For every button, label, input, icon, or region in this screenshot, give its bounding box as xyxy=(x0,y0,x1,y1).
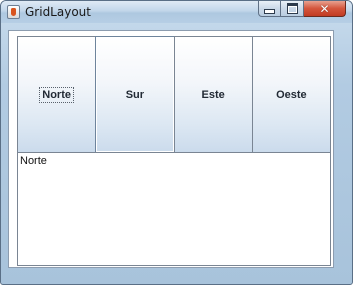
close-icon: ✕ xyxy=(319,1,330,16)
java-app-icon[interactable] xyxy=(7,5,20,19)
output-text-area[interactable]: Norte xyxy=(17,152,331,266)
oeste-button[interactable]: Oeste xyxy=(251,36,331,153)
window-title: GridLayout xyxy=(25,5,91,19)
window-controls: ✕ xyxy=(258,1,346,18)
output-text: Norte xyxy=(20,155,47,167)
app-window: GridLayout ✕ Norte Sur Este Oeste Norte xyxy=(0,0,353,285)
norte-button-label: Norte xyxy=(39,86,74,103)
maximize-icon xyxy=(286,3,298,14)
norte-button[interactable]: Norte xyxy=(17,36,97,153)
minimize-button[interactable] xyxy=(258,1,281,17)
minimize-icon xyxy=(264,9,275,14)
title-bar[interactable]: GridLayout ✕ xyxy=(1,1,352,23)
content-panel: Norte Sur Este Oeste Norte xyxy=(8,30,334,268)
este-button[interactable]: Este xyxy=(173,36,253,153)
grid-button-row: Norte Sur Este Oeste xyxy=(17,36,331,153)
maximize-button[interactable] xyxy=(281,1,304,17)
sur-button[interactable]: Sur xyxy=(95,36,175,153)
este-button-label: Este xyxy=(201,88,225,101)
sur-button-label: Sur xyxy=(125,88,145,101)
close-button[interactable]: ✕ xyxy=(304,1,346,17)
oeste-button-label: Oeste xyxy=(276,88,307,101)
